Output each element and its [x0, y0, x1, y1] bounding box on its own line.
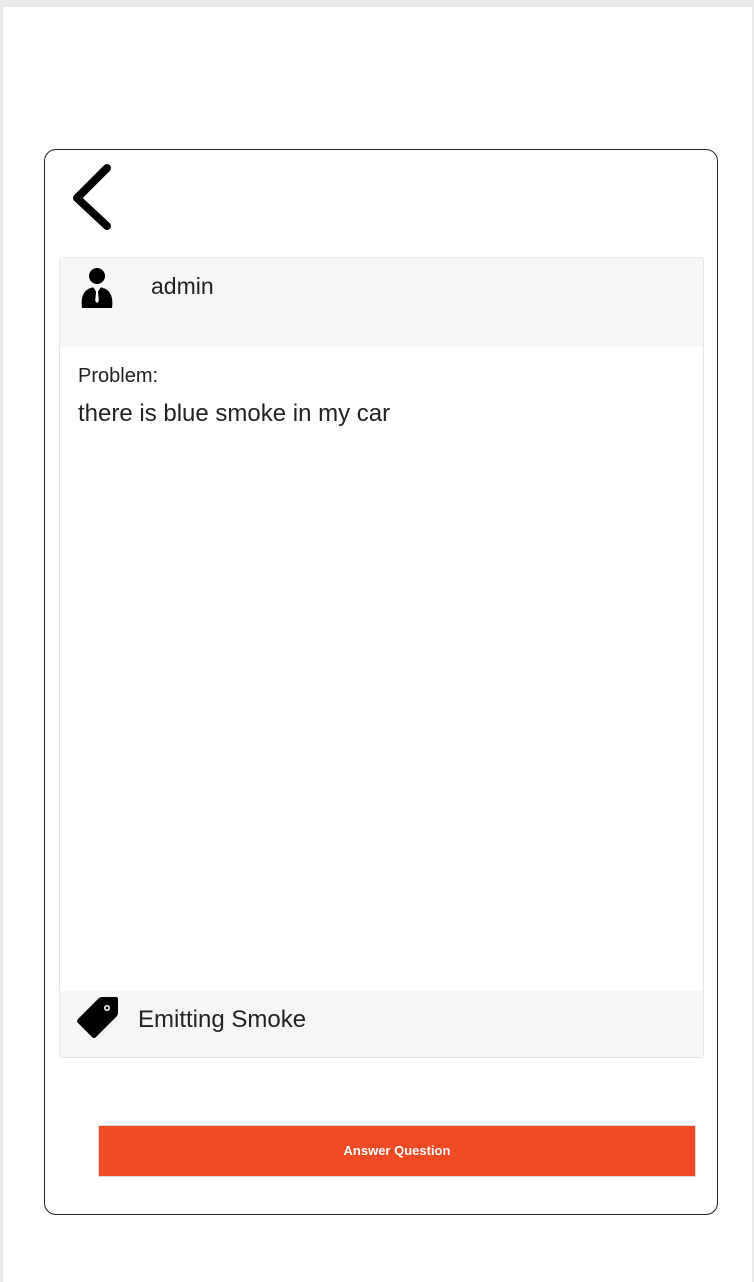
problem-text: there is blue smoke in my car [78, 400, 391, 427]
chevron-left-icon [73, 164, 111, 230]
user-icon [81, 268, 113, 308]
post-header: admin [60, 258, 703, 347]
problem-label: Problem: [78, 365, 159, 387]
back-button[interactable] [69, 162, 117, 232]
post-tag[interactable]: Emitting Smoke [138, 1006, 306, 1034]
question-card: admin Problem: there is blue smoke in my… [44, 149, 718, 1215]
page: admin Problem: there is blue smoke in my… [0, 0, 754, 1282]
tag-icon [77, 997, 118, 1038]
answer-question-button[interactable]: Answer Question [98, 1125, 696, 1177]
post-footer: Emitting Smoke [60, 991, 703, 1057]
question-post: admin Problem: there is blue smoke in my… [59, 257, 704, 1058]
post-author: admin [151, 273, 214, 299]
